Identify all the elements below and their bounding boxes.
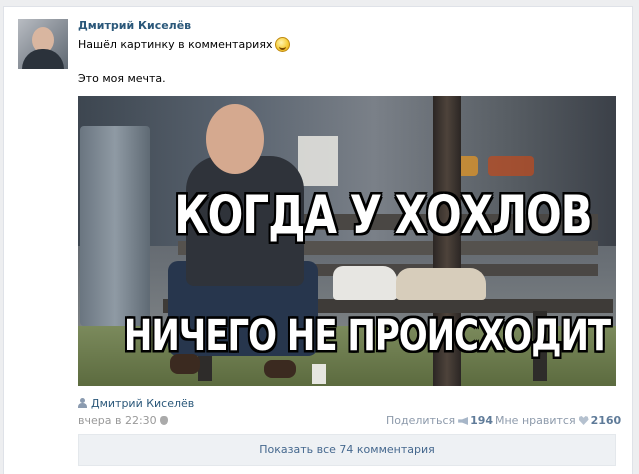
megaphone-icon: [458, 417, 469, 425]
author-name-link[interactable]: Дмитрий Киселёв: [78, 19, 191, 32]
man-shoe: [264, 360, 296, 378]
photo-sign: [298, 136, 338, 186]
share-count: 194: [470, 414, 494, 427]
like-count: 2160: [590, 414, 622, 427]
show-comments-button[interactable]: Показать все 74 комментария: [78, 434, 616, 466]
share-button[interactable]: Поделиться 194: [386, 414, 493, 427]
meme-caption-top: КОГДА У ХОХЛОВ: [174, 184, 592, 246]
photo-light: [488, 156, 534, 176]
post-signer[interactable]: Дмитрий Киселёв: [78, 397, 194, 410]
person-icon: [78, 398, 87, 408]
cup: [312, 364, 326, 384]
signer-name: Дмитрий Киселёв: [91, 397, 195, 410]
apple-icon: [159, 416, 168, 425]
wall-post: Дмитрий Киселёв Нашёл картинку в коммент…: [3, 6, 633, 474]
bag: [396, 268, 486, 300]
post-date[interactable]: вчера в 22:30: [78, 414, 168, 427]
post-photo[interactable]: КОГДА У ХОХЛОВ НИЧЕГО НЕ ПРОИСХОДИТ: [78, 96, 616, 386]
like-label: Мне нравится: [495, 414, 576, 427]
avatar-suit: [22, 49, 64, 69]
post-text-line1: Нашёл картинку в комментариях: [78, 37, 291, 52]
post-date-label: вчера в 22:30: [78, 414, 157, 427]
meme-caption-bottom: НИЧЕГО НЕ ПРОИСХОДИТ: [123, 311, 611, 361]
bag: [333, 266, 397, 300]
post-text-line2: Это моя мечта.: [78, 72, 166, 85]
like-button[interactable]: Мне нравится 2160: [495, 414, 621, 427]
man-head: [206, 104, 264, 174]
author-avatar[interactable]: [18, 19, 68, 69]
heart-icon: [578, 416, 589, 425]
post-text-line1-label: Нашёл картинку в комментариях: [78, 38, 273, 51]
share-label: Поделиться: [386, 414, 456, 427]
smile-emoji-icon: [275, 37, 291, 52]
